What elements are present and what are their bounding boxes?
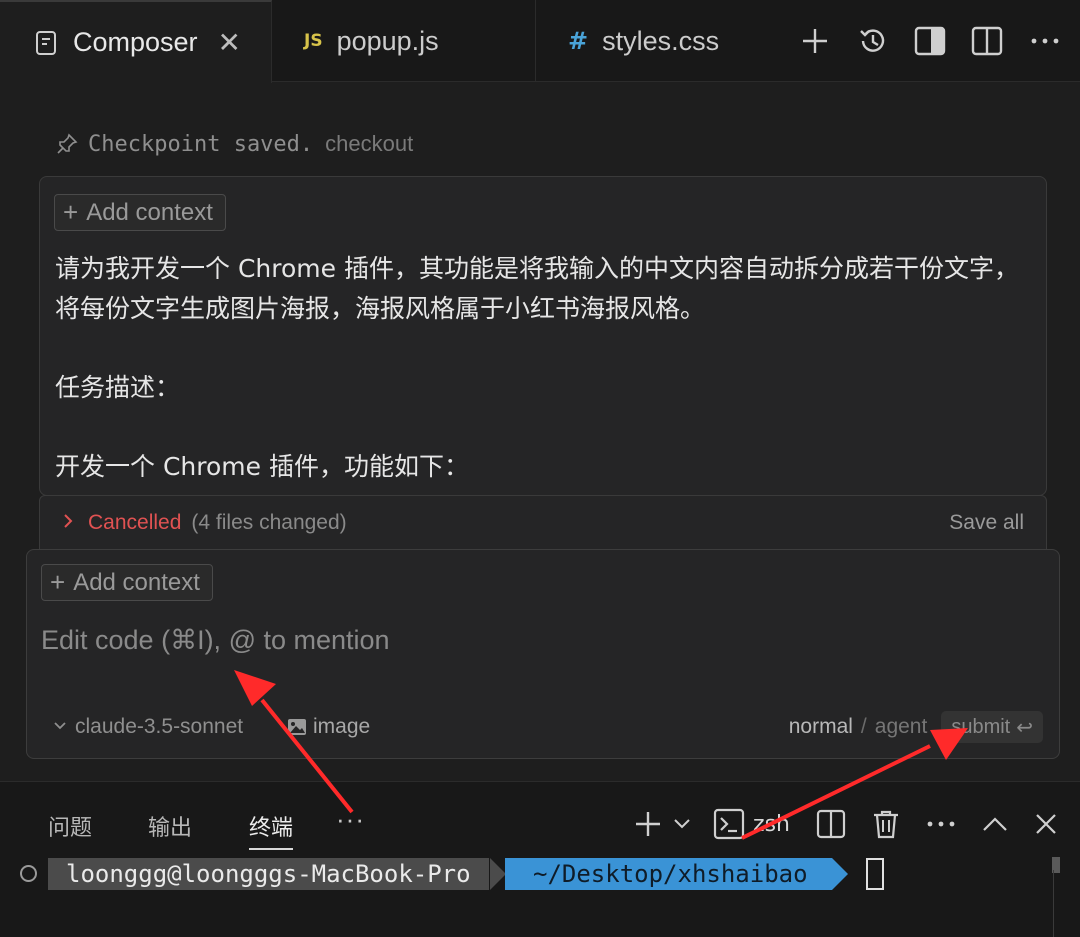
pin-icon: [56, 133, 78, 155]
history-icon[interactable]: [851, 19, 895, 63]
mode-row: normal / agent submit ↩: [789, 711, 1043, 743]
trash-icon[interactable]: [872, 809, 900, 839]
tab-label: Composer: [73, 27, 198, 57]
message-body: 请为我开发一个 Chrome 插件，其功能是将我输入的中文内容自动拆分成若干份文…: [55, 249, 1040, 495]
panel-tab-terminal[interactable]: 终端: [249, 810, 294, 850]
mode-separator: /: [860, 715, 867, 738]
checkpoint-row: Checkpoint saved. checkout: [56, 131, 413, 157]
cancelled-status: Cancelled: [88, 511, 182, 534]
submit-button[interactable]: submit ↩: [941, 711, 1043, 743]
save-all-button[interactable]: Save all: [949, 511, 1024, 535]
mode-agent[interactable]: agent: [875, 715, 928, 739]
add-context-button[interactable]: + Add context: [41, 564, 213, 601]
files-changed-count: (4 files changed): [191, 511, 347, 534]
new-terminal-plus-icon[interactable]: [633, 809, 663, 839]
maximize-panel-chevron-up-icon[interactable]: [982, 816, 1008, 832]
terminal-cursor: [866, 858, 884, 890]
add-context-button[interactable]: + Add context: [54, 194, 226, 231]
editor-tab-bar: Composer ✕ JS popup.js # styles.css: [0, 0, 1080, 83]
add-context-label: Add context: [86, 198, 213, 226]
panel-tab-output[interactable]: 输出: [148, 810, 192, 850]
close-icon[interactable]: ✕: [218, 26, 241, 59]
js-file-icon: JS: [304, 31, 323, 51]
return-key-icon: ↩: [1016, 716, 1033, 739]
plus-icon: +: [63, 197, 79, 227]
image-icon: [287, 718, 307, 736]
panel-tab-problems[interactable]: 问题: [48, 810, 92, 850]
chevron-down-icon[interactable]: [673, 818, 691, 830]
tab-composer[interactable]: Composer ✕: [0, 0, 272, 83]
image-button[interactable]: image: [287, 715, 370, 739]
terminal-prompt-line[interactable]: loonggg@loongggs-MacBook-Pro ~/Desktop/x…: [0, 856, 1080, 892]
terminal-scrollbar-track[interactable]: [1053, 870, 1054, 937]
new-tab-plus-icon[interactable]: [793, 19, 837, 63]
message-paragraph: 任务描述：: [55, 373, 181, 402]
panel-toolbar: zsh: [633, 800, 1058, 848]
composer-icon: [35, 30, 59, 56]
close-panel-icon[interactable]: [1034, 812, 1058, 836]
model-selector[interactable]: claude-3.5-sonnet: [53, 715, 243, 739]
user-message-card: + Add context 请为我开发一个 Chrome 插件，其功能是将我输入…: [39, 176, 1047, 496]
plus-icon: +: [50, 567, 66, 597]
checkout-link[interactable]: checkout: [325, 131, 413, 157]
split-editor-icon[interactable]: [965, 19, 1009, 63]
add-context-label: Add context: [73, 568, 200, 596]
css-file-icon: #: [568, 27, 589, 55]
submit-label: submit: [951, 715, 1011, 738]
more-actions-icon[interactable]: [1023, 19, 1067, 63]
tab-label: popup.js: [336, 25, 439, 56]
image-label: image: [313, 715, 371, 738]
prompt-status-dot: [20, 865, 37, 882]
composer-input[interactable]: [41, 620, 1041, 660]
prompt-user-host: loonggg@loongggs-MacBook-Pro: [48, 858, 489, 890]
panel-more-icon[interactable]: ···: [336, 804, 365, 835]
model-name: claude-3.5-sonnet: [75, 715, 244, 738]
tab-actions: [770, 0, 1080, 82]
prompt-path: ~/Desktop/xhshaibao: [505, 858, 848, 890]
chevron-down-icon: [53, 718, 67, 736]
message-paragraph: 请为我开发一个 Chrome 插件，其功能是将我输入的中文内容自动拆分成若干份文…: [55, 254, 1019, 323]
more-actions-icon[interactable]: [926, 820, 956, 828]
shell-name: zsh: [753, 811, 790, 837]
tab-popup-js[interactable]: JS popup.js: [272, 0, 536, 82]
changes-status-bar[interactable]: Cancelled (4 files changed) Save all: [39, 495, 1047, 551]
checkpoint-text: Checkpoint saved.: [88, 131, 314, 157]
composer-input-card: + Add context claude-3.5-sonnet image no…: [26, 549, 1060, 759]
toggle-sidebar-icon[interactable]: [908, 19, 952, 63]
mode-normal[interactable]: normal: [789, 715, 853, 739]
tab-styles-css[interactable]: # styles.css: [536, 0, 768, 82]
prompt-separator-arrow: [490, 858, 506, 890]
chevron-right-icon[interactable]: [62, 512, 74, 535]
tab-label: styles.css: [602, 25, 720, 56]
terminal-shell-icon[interactable]: zsh: [713, 808, 790, 840]
message-paragraph: 开发一个 Chrome 插件，功能如下：: [55, 452, 469, 481]
split-terminal-icon[interactable]: [816, 809, 846, 839]
